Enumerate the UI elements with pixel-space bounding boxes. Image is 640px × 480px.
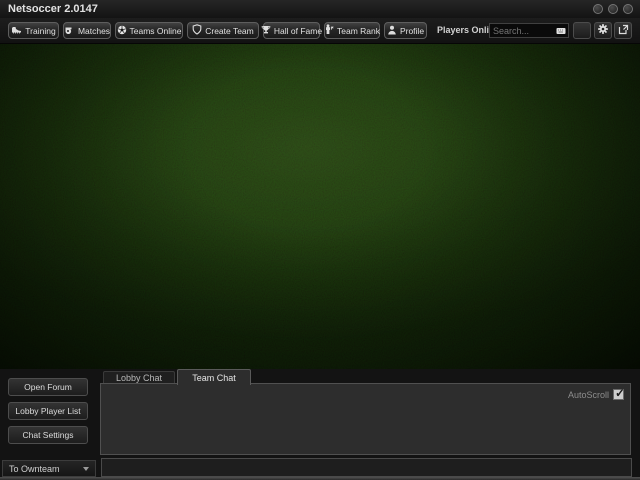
game-pitch	[0, 44, 640, 369]
nav-label: Create Team	[205, 26, 254, 36]
chat-target-dropdown[interactable]: To Ownteam	[2, 460, 96, 477]
autoscroll-checkbox[interactable]	[613, 389, 624, 400]
open-forum-button[interactable]: Open Forum	[8, 378, 88, 396]
blank-toolbar-button[interactable]	[573, 22, 591, 39]
nav-label: Matches	[78, 26, 110, 36]
title-bar: Netsoccer 2.0147	[0, 0, 640, 18]
nav-label: Profile	[400, 26, 424, 36]
chat-settings-button[interactable]: Chat Settings	[8, 426, 88, 444]
chat-target-value: To Ownteam	[9, 464, 60, 474]
chat-message-area[interactable]: AutoScroll	[100, 383, 631, 455]
nav-button-teams-online[interactable]: Teams Online	[115, 22, 183, 39]
nav-label: Teams Online	[130, 26, 182, 36]
app-window: Netsoccer 2.0147 Training Matches Teams …	[0, 0, 640, 480]
settings-button[interactable]	[594, 22, 612, 39]
search-input[interactable]	[490, 26, 556, 36]
nav-button-profile[interactable]: Profile	[384, 22, 427, 39]
nav-button-training[interactable]: Training	[8, 22, 59, 39]
nav-button-matches[interactable]: Matches	[63, 22, 111, 39]
autoscroll-label: AutoScroll	[568, 390, 609, 400]
nav-button-hall-of-fame[interactable]: Hall of Fame	[263, 22, 320, 39]
new-window-button[interactable]	[614, 22, 632, 39]
soccer-ball-icon	[117, 25, 127, 37]
chat-message-input[interactable]	[101, 458, 632, 477]
rank-person-icon	[324, 24, 334, 37]
nav-label: Training	[25, 26, 55, 36]
search-box	[489, 23, 569, 38]
person-icon	[387, 25, 397, 37]
tab-team-chat[interactable]: Team Chat	[177, 369, 251, 385]
boot-icon	[11, 25, 22, 37]
whistle-icon	[64, 25, 75, 37]
gear-icon	[597, 23, 609, 38]
window-title: Netsoccer 2.0147	[8, 0, 98, 18]
nav-label: Hall of Fame	[274, 26, 322, 36]
nav-button-team-rank[interactable]: Team Rank	[324, 22, 380, 39]
autoscroll-control: AutoScroll	[568, 389, 624, 400]
close-button[interactable]	[623, 4, 633, 14]
new-window-icon	[618, 23, 629, 38]
window-controls	[593, 4, 633, 14]
maximize-button[interactable]	[608, 4, 618, 14]
nav-label: Team Rank	[337, 26, 380, 36]
lobby-player-list-button[interactable]: Lobby Player List	[8, 402, 88, 420]
keyboard-icon	[556, 27, 566, 35]
trophy-icon	[261, 25, 271, 37]
nav-button-create-team[interactable]: Create Team	[187, 22, 259, 39]
shield-icon	[192, 24, 202, 37]
minimize-button[interactable]	[593, 4, 603, 14]
chevron-down-icon	[83, 467, 89, 471]
pitch-vignette	[0, 44, 640, 369]
